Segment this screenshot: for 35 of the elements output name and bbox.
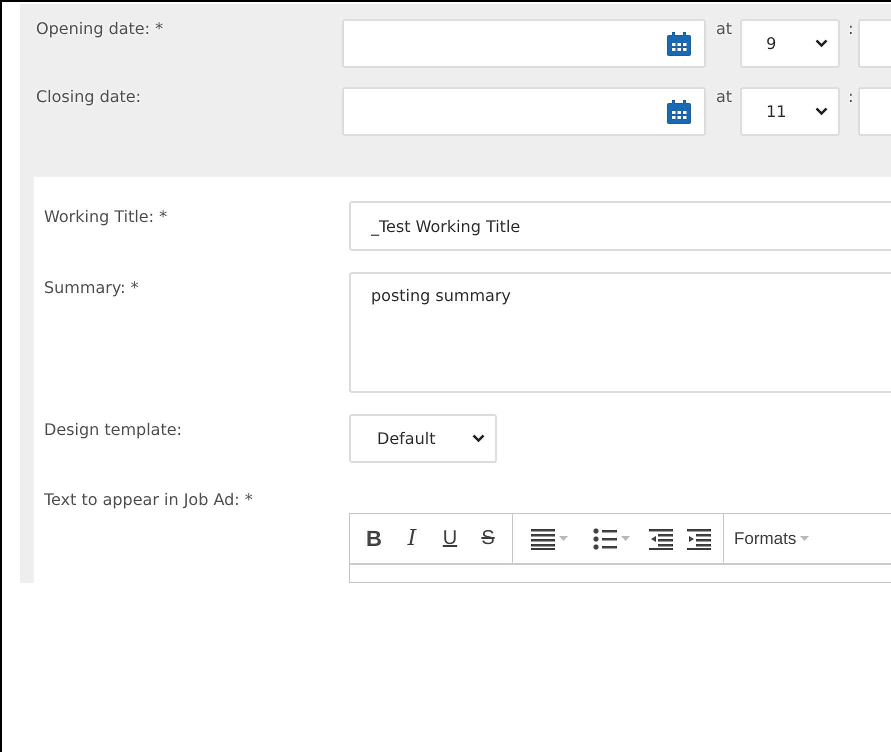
chevron-down-icon bbox=[815, 39, 828, 48]
outdent-icon bbox=[649, 528, 673, 550]
template-select[interactable]: Default bbox=[349, 414, 497, 463]
field-label: Closing date: bbox=[36, 87, 142, 106]
field-label: Summary: * bbox=[44, 277, 140, 297]
indent-icon bbox=[687, 528, 711, 550]
date-field[interactable] bbox=[342, 19, 706, 68]
time-separator: : bbox=[848, 19, 854, 38]
text-field[interactable]: _Test Working Title bbox=[349, 201, 891, 251]
textarea-field[interactable]: posting summary bbox=[349, 272, 891, 393]
italic-button[interactable]: I bbox=[394, 520, 430, 556]
at-label: at bbox=[716, 87, 732, 106]
align-justify-icon bbox=[530, 528, 554, 550]
caret-icon bbox=[620, 536, 630, 541]
strike-button[interactable]: S bbox=[470, 520, 506, 556]
hour-select[interactable]: 9 bbox=[740, 19, 840, 68]
bullet-list-icon bbox=[592, 528, 616, 550]
hour-select[interactable]: 11 bbox=[740, 87, 840, 136]
time-separator: : bbox=[848, 87, 854, 106]
underline-button[interactable]: U bbox=[432, 520, 468, 556]
field-label: Opening date: * bbox=[36, 19, 164, 38]
field-label: Text to appear in Job Ad: * bbox=[44, 489, 254, 509]
rich-text-editor[interactable]: B I U S Formats bbox=[349, 513, 891, 583]
caret-icon bbox=[558, 536, 568, 541]
chevron-down-icon bbox=[815, 107, 828, 116]
at-label: at bbox=[716, 19, 732, 38]
date-field[interactable] bbox=[342, 87, 706, 136]
chevron-down-icon bbox=[472, 434, 485, 443]
field-label: Design template: bbox=[44, 419, 183, 439]
caret-icon bbox=[800, 536, 810, 541]
field-label: Working Title: * bbox=[44, 206, 168, 226]
formats-dropdown[interactable]: Formats bbox=[730, 520, 814, 556]
calendar-icon[interactable] bbox=[666, 98, 692, 124]
bold-button[interactable]: B bbox=[356, 520, 392, 556]
calendar-icon[interactable] bbox=[666, 30, 692, 56]
